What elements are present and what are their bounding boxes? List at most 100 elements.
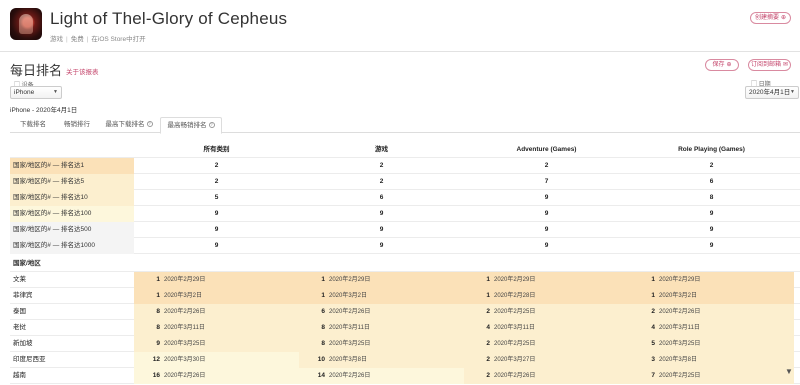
table-cell: 2: [709, 162, 714, 169]
rank-value: 3: [651, 356, 655, 363]
column-header: Adventure (Games): [516, 146, 577, 153]
rank-cell: 2 2020年2月25日: [464, 304, 629, 320]
table-header-row: 所有类别 游戏 Adventure (Games) Role Playing (Gam…: [10, 142, 800, 158]
row-label: 国家/地区的# — 排名达500: [10, 222, 134, 238]
rank-date: 2020年2月29日: [659, 277, 701, 283]
table-cell: 6: [709, 178, 714, 185]
rank-cell: 1 2020年3月2日: [299, 288, 464, 304]
rank-cell: 12 2020年3月30日: [134, 352, 299, 368]
create-report-button[interactable]: 创建摘要 ⊕: [750, 12, 791, 24]
app-price: 免费: [70, 36, 84, 43]
rank-cell: 7 2020年2月25日: [629, 368, 794, 384]
rank-value: 1: [651, 292, 655, 299]
rank-cell: 10 2020年3月8日: [299, 352, 464, 368]
table-row: 文莱 1 2020年2月29日 1 2020年2月29日 1 2020年2月29日 1 2020…: [10, 272, 800, 288]
scroll-down-icon[interactable]: ▼: [782, 365, 796, 379]
tab-download-rank[interactable]: 下载排名: [10, 117, 56, 133]
rank-date: 2020年3月8日: [329, 357, 368, 363]
rank-value: 1: [486, 276, 490, 283]
rank-cell: 1 2020年3月2日: [629, 288, 794, 304]
country-label: 文莱: [13, 276, 26, 283]
app-category[interactable]: 游戏: [50, 33, 63, 43]
table-cell: 2: [379, 178, 384, 185]
column-header: 所有类别: [203, 146, 230, 153]
table-cell: 7: [544, 178, 549, 185]
table-cell: 5: [214, 194, 219, 201]
rank-value: 9: [156, 340, 160, 347]
help-icon[interactable]: ?: [208, 122, 215, 128]
table-row: 越南 16 2020年2月26日 14 2020年2月26日 2 2020年2月26日 7 20…: [10, 368, 800, 384]
rank-value: 12: [152, 356, 160, 363]
table-row: 国家/地区的# — 排名达5 2 2 7 6: [10, 174, 800, 190]
rank-date: 2020年2月25日: [494, 309, 536, 315]
rank-date: 2020年2月28日: [494, 293, 536, 299]
rank-value: 6: [321, 308, 325, 315]
chevron-down-icon: ▼: [790, 89, 795, 95]
open-in-store-link[interactable]: 在iOS Store中打开: [91, 33, 145, 43]
country-header: 国家/地区: [13, 260, 41, 267]
rank-cell: 2 2020年2月26日: [464, 368, 629, 384]
rank-date: 2020年3月11日: [329, 325, 370, 331]
rank-date: 2020年3月25日: [164, 341, 206, 347]
subscribe-button[interactable]: 订阅到邮箱 ✉: [748, 59, 791, 71]
save-button[interactable]: 保存 ⊕: [705, 59, 739, 71]
rank-value: 2: [486, 340, 490, 347]
rank-value: 5: [651, 340, 655, 347]
rank-cell: 8 2020年2月26日: [134, 304, 299, 320]
row-label: 国家/地区的# — 排名达10: [10, 190, 134, 206]
rank-value: 8: [156, 324, 160, 331]
plus-icon: ⊕: [726, 62, 732, 68]
rank-date: 2020年2月25日: [494, 341, 536, 347]
table-cell: 9: [709, 226, 714, 233]
rank-date: 2020年2月26日: [329, 309, 371, 315]
tab-grossing-rank[interactable]: 畅销排行: [56, 117, 98, 133]
device-select[interactable]: iPhone ▼: [10, 86, 62, 99]
table-row: 菲律宾 1 2020年3月2日 1 2020年3月2日 1 2020年2月28日 1 2020年…: [10, 288, 800, 304]
rank-date: 2020年2月29日: [329, 277, 371, 283]
country-label: 菲律宾: [13, 292, 33, 299]
table-cell: 8: [709, 194, 714, 201]
rank-value: 2: [486, 356, 490, 363]
rank-value: 8: [156, 308, 160, 315]
rank-cell: 2 2020年3月27日: [464, 352, 629, 368]
rank-cell: 1 2020年3月2日: [134, 288, 299, 304]
date-select[interactable]: 2020年4月1日 ▼: [745, 86, 799, 99]
table-cell: 9: [709, 210, 714, 217]
rank-cell: 1 2020年2月29日: [464, 272, 629, 288]
table-row: 国家/地区的# — 排名达1 2 2 2 2: [10, 158, 800, 174]
rank-cell: 8 2020年3月25日: [299, 336, 464, 352]
rank-cell: 2 2020年2月26日: [629, 304, 794, 320]
rank-value: 1: [156, 292, 160, 299]
rank-cell: 6 2020年2月26日: [299, 304, 464, 320]
rank-value: 4: [651, 324, 655, 331]
rank-cell: 1 2020年2月28日: [464, 288, 629, 304]
rank-cell: 1 2020年2月29日: [134, 272, 299, 288]
rank-date: 2020年3月27日: [494, 357, 536, 363]
table-cell: 9: [544, 226, 549, 233]
tab-top-download-rank[interactable]: 最高下载排名?: [98, 117, 160, 133]
rank-cell: 16 2020年2月26日: [134, 368, 299, 384]
rank-date: 2020年2月25日: [659, 373, 701, 379]
rank-value: 8: [321, 340, 325, 347]
table-row: 国家/地区的# — 排名达10 5 6 9 8: [10, 190, 800, 206]
rank-value: 2: [486, 372, 490, 379]
rank-date: 2020年3月25日: [659, 341, 701, 347]
help-icon[interactable]: ?: [146, 121, 153, 127]
rank-cell: 2 2020年2月25日: [464, 336, 629, 352]
country-label: 新加坡: [13, 340, 33, 347]
rank-value: 16: [152, 372, 160, 379]
about-report-link[interactable]: 关于该报表: [66, 66, 99, 76]
rank-cell: 1 2020年2月29日: [629, 272, 794, 288]
table-cell: 9: [379, 210, 384, 217]
rank-value: 1: [486, 292, 490, 299]
mail-icon: ✉: [782, 62, 789, 68]
create-report-label: 创建摘要: [754, 15, 779, 21]
column-header: Role Playing (Games): [678, 146, 745, 153]
tab-top-grossing-rank[interactable]: 最高畅销排名?: [160, 117, 222, 134]
rank-date: 2020年3月11日: [659, 325, 700, 331]
table-cell: 9: [544, 210, 549, 217]
rank-date: 2020年3月2日: [329, 293, 368, 299]
rank-date: 2020年2月26日: [659, 309, 701, 315]
table-cell: 9: [379, 226, 384, 233]
rank-value: 2: [651, 308, 655, 315]
